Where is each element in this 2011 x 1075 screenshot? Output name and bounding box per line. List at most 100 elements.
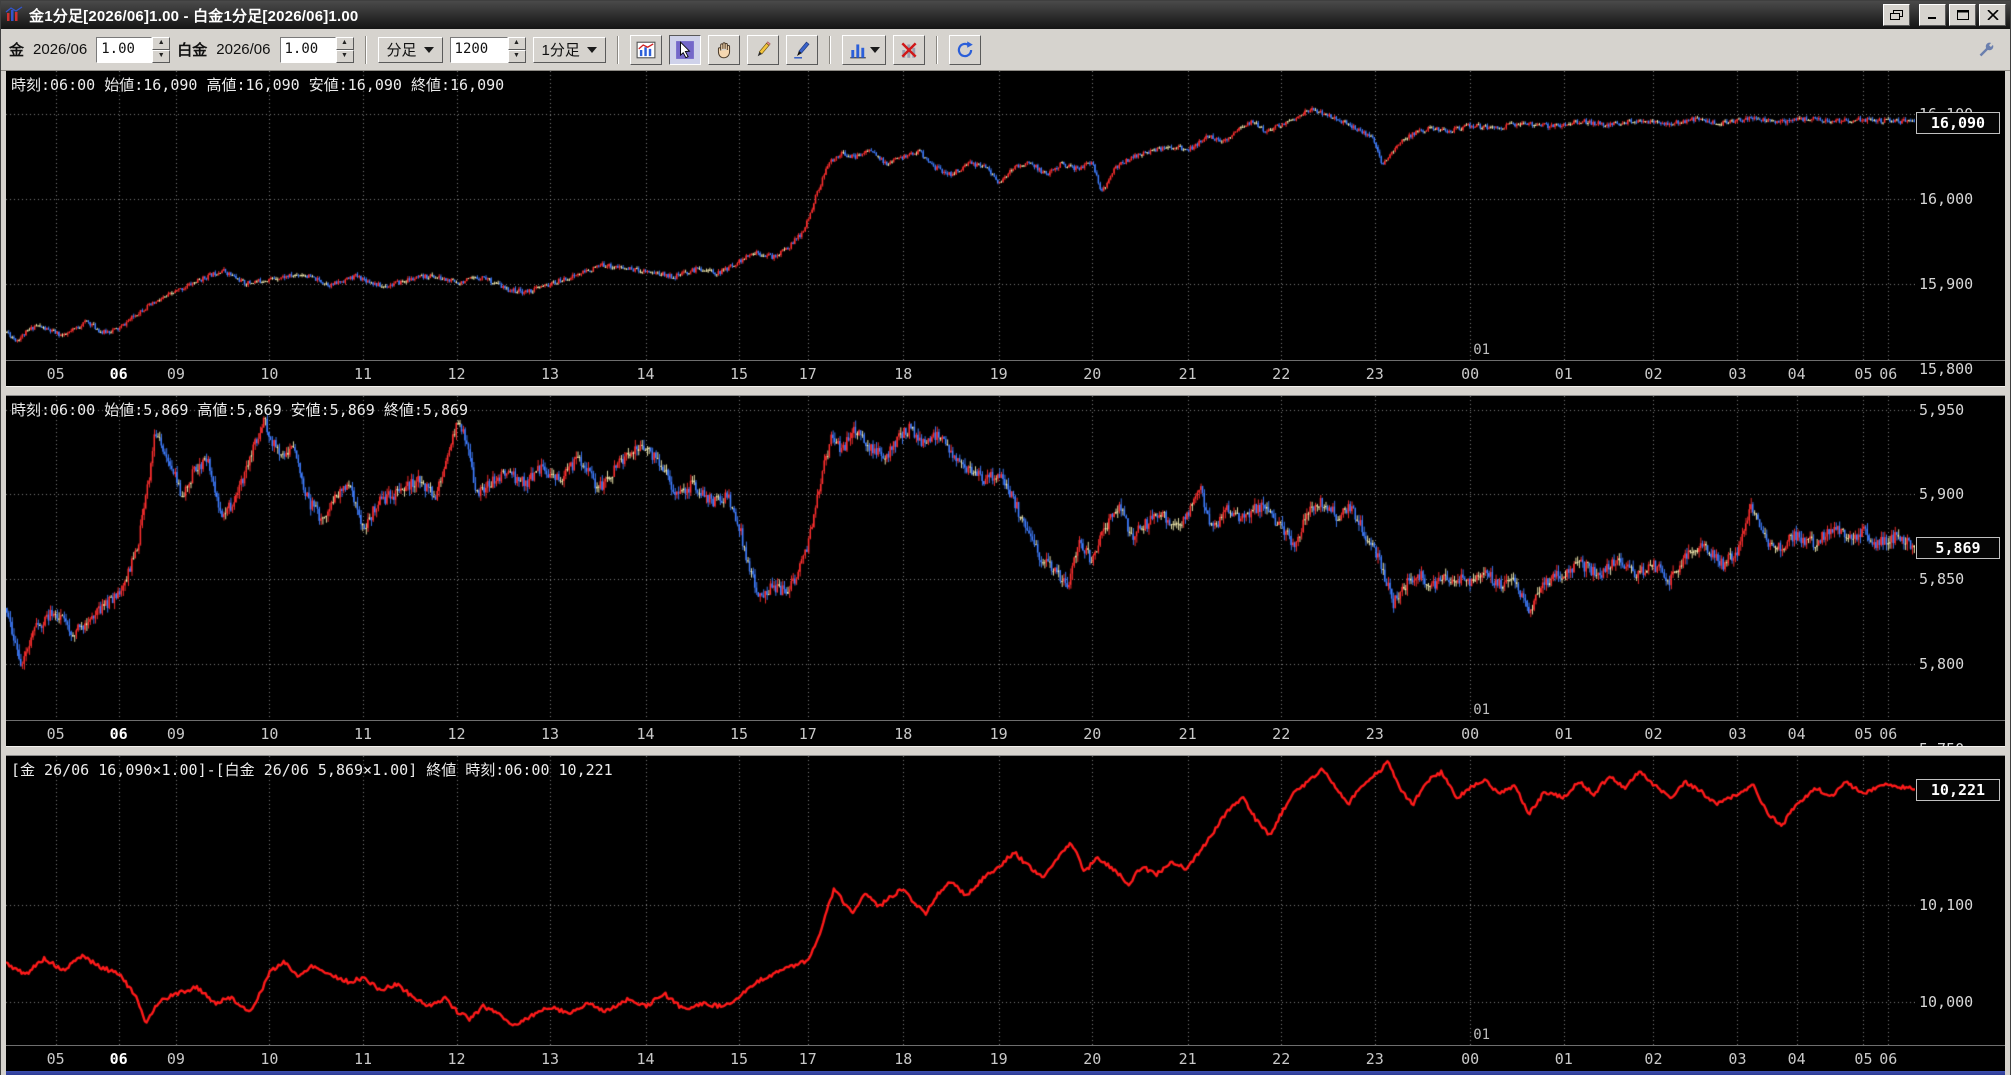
x-axis-label: 01 [1554, 365, 1573, 383]
close-button[interactable] [1979, 4, 2006, 26]
x-axis-label: 06 [1879, 1050, 1898, 1068]
bar-count-spinner: 1200 ▲ ▼ [449, 36, 526, 63]
gold-contract-month: 2026/06 [33, 41, 88, 58]
chart-region: 時刻:06:00 始値:16,090 高値:16,090 安値:16,090 終… [1, 71, 2010, 1075]
platinum-chart-panel: 時刻:06:00 始値:5,869 高値:5,869 安値:5,869 終値:5… [6, 396, 2005, 746]
gold-multiplier-down-button[interactable]: ▼ [152, 49, 171, 63]
select-tool-button[interactable] [668, 34, 701, 65]
x-axis-label: 10 [260, 365, 279, 383]
settings-wrench-button[interactable] [1970, 35, 2002, 65]
toolbar-separator [364, 35, 367, 64]
toolbar-separator [935, 35, 938, 64]
interval-dropdown[interactable]: 1分足 [532, 36, 606, 63]
panel-splitter[interactable] [6, 386, 2005, 396]
x-axis-label: 15 [730, 1050, 749, 1068]
bar-type-dropdown[interactable]: 分足 [377, 36, 443, 63]
gold-x-axis: 05 06 09 10 11 12 13 14 15 17 18 19 20 21 22 23 00 01 02 03… [6, 361, 1915, 386]
maximize-button[interactable] [1949, 4, 1976, 26]
x-axis-label: 06 [1879, 365, 1898, 383]
pencil-icon [757, 40, 771, 56]
x-axis-label: 21 [1178, 1050, 1197, 1068]
app-window: 金1分足[2026/06]1.00 - 白金1分足[2026/06]1.00 金… [0, 0, 2011, 1075]
platinum-x-axis: 05 06 09 10 11 12 13 14 15 17 18 19 20 21 22 23 00 01 02 03… [6, 721, 1915, 746]
x-axis-label: 18 [894, 365, 913, 383]
spread-y-axis: 10,221 10,100 10,000 [1915, 756, 2005, 1045]
restore-button[interactable] [1883, 4, 1910, 26]
y-axis-label: 5,900 [1919, 485, 1965, 504]
platinum-multiplier-value[interactable]: 1.00 [279, 36, 336, 63]
x-axis-label: 15 [730, 725, 749, 743]
x-axis-label: 01 [1554, 1050, 1573, 1068]
spread-x-axis: 05 06 09 10 11 12 13 14 15 17 18 19 20 21 22 23 00 01 02 03… [6, 1046, 1915, 1071]
y-axis-label: 5,800 [1919, 655, 1965, 674]
x-axis-label: 22 [1272, 725, 1291, 743]
toolbar-separator [828, 35, 831, 64]
y-axis-label: 15,900 [1919, 274, 1974, 293]
bar-count-value[interactable]: 1200 [449, 36, 508, 63]
date-change-label: 01 [1473, 1027, 1491, 1043]
spread-last-price-badge: 10,221 [1916, 778, 2000, 801]
gold-multiplier-up-button[interactable]: ▲ [152, 36, 171, 50]
platinum-multiplier-up-button[interactable]: ▲ [335, 36, 354, 50]
platinum-contract-month: 2026/06 [216, 41, 271, 58]
platinum-multiplier-down-button[interactable]: ▼ [335, 49, 354, 63]
indicator-menu-button[interactable] [841, 34, 886, 65]
y-axis-label: 15,800 [1919, 359, 1974, 378]
spread-chart-panel: [金 26/06 16,090×1.00]-[白金 26/06 5,869×1.… [6, 756, 2005, 1071]
x-axis-label: 05 [46, 1050, 65, 1068]
date-change-label: 01 [1473, 702, 1491, 718]
gold-last-price-badge: 16,090 [1916, 112, 2000, 134]
remove-indicator-icon [901, 41, 917, 58]
x-axis-label: 04 [1787, 725, 1806, 743]
x-axis-label: 22 [1272, 1050, 1291, 1068]
platinum-label: 白金 [177, 42, 208, 59]
x-axis-label: 09 [166, 725, 185, 743]
bar-count-up-button[interactable]: ▲ [507, 36, 526, 50]
minimize-button[interactable] [1919, 4, 1946, 26]
x-axis-label: 06 [109, 725, 128, 743]
gold-label: 金 [9, 42, 25, 59]
platinum-y-axis: 5,869 5,950 5,900 5,850 5,800 5,750 [1915, 396, 2005, 746]
y-axis-label: 16,000 [1919, 189, 1974, 208]
draw-pen-button[interactable] [785, 34, 818, 65]
x-axis-label: 00 [1461, 1050, 1480, 1068]
remove-indicator-button[interactable] [892, 34, 925, 65]
x-axis-label: 10 [260, 1050, 279, 1068]
pan-hand-icon [717, 41, 730, 58]
x-axis-label: 03 [1728, 725, 1747, 743]
toolbar: 金 2026/06 1.00 ▲ ▼ 白金 2026/06 1.00 ▲ ▼ 分… [1, 29, 2010, 71]
x-axis-label: 04 [1787, 365, 1806, 383]
x-axis-label: 11 [353, 1050, 372, 1068]
x-axis-label: 13 [541, 1050, 560, 1068]
select-cursor-icon [675, 40, 694, 59]
x-axis-label: 06 [109, 1050, 128, 1068]
x-axis-label: 17 [798, 725, 817, 743]
gold-candle-canvas[interactable] [6, 71, 1915, 360]
y-axis-label: 10,000 [1919, 992, 1974, 1011]
x-axis-label: 05 [46, 725, 65, 743]
platinum-candle-canvas[interactable] [6, 396, 1915, 720]
title-bar[interactable]: 金1分足[2026/06]1.00 - 白金1分足[2026/06]1.00 [1, 1, 2010, 29]
chart-window-icon [636, 41, 656, 58]
panel-splitter[interactable] [6, 746, 2005, 756]
x-axis-label: 12 [447, 1050, 466, 1068]
settings-wrench-icon [1979, 42, 1994, 56]
platinum-plot-area: 時刻:06:00 始値:5,869 高値:5,869 安値:5,869 終値:5… [6, 396, 1915, 720]
x-axis-label: 02 [1644, 365, 1663, 383]
pen-icon [794, 41, 810, 59]
x-axis-label: 06 [109, 365, 128, 383]
draw-pencil-button[interactable] [746, 34, 779, 65]
x-axis-label: 09 [166, 365, 185, 383]
x-axis-label: 21 [1178, 725, 1197, 743]
x-axis-label: 00 [1461, 365, 1480, 383]
pan-hand-button[interactable] [707, 34, 740, 65]
x-axis-label: 23 [1365, 725, 1384, 743]
reload-button[interactable] [948, 34, 981, 65]
x-axis-label: 05 [1854, 725, 1873, 743]
chart-window-button[interactable] [629, 34, 662, 65]
gold-multiplier-value[interactable]: 1.00 [96, 36, 153, 63]
spread-line-canvas[interactable] [6, 756, 1915, 1045]
bar-count-down-button[interactable]: ▼ [507, 49, 526, 63]
x-axis-label: 19 [989, 1050, 1008, 1068]
x-axis-label: 10 [260, 725, 279, 743]
